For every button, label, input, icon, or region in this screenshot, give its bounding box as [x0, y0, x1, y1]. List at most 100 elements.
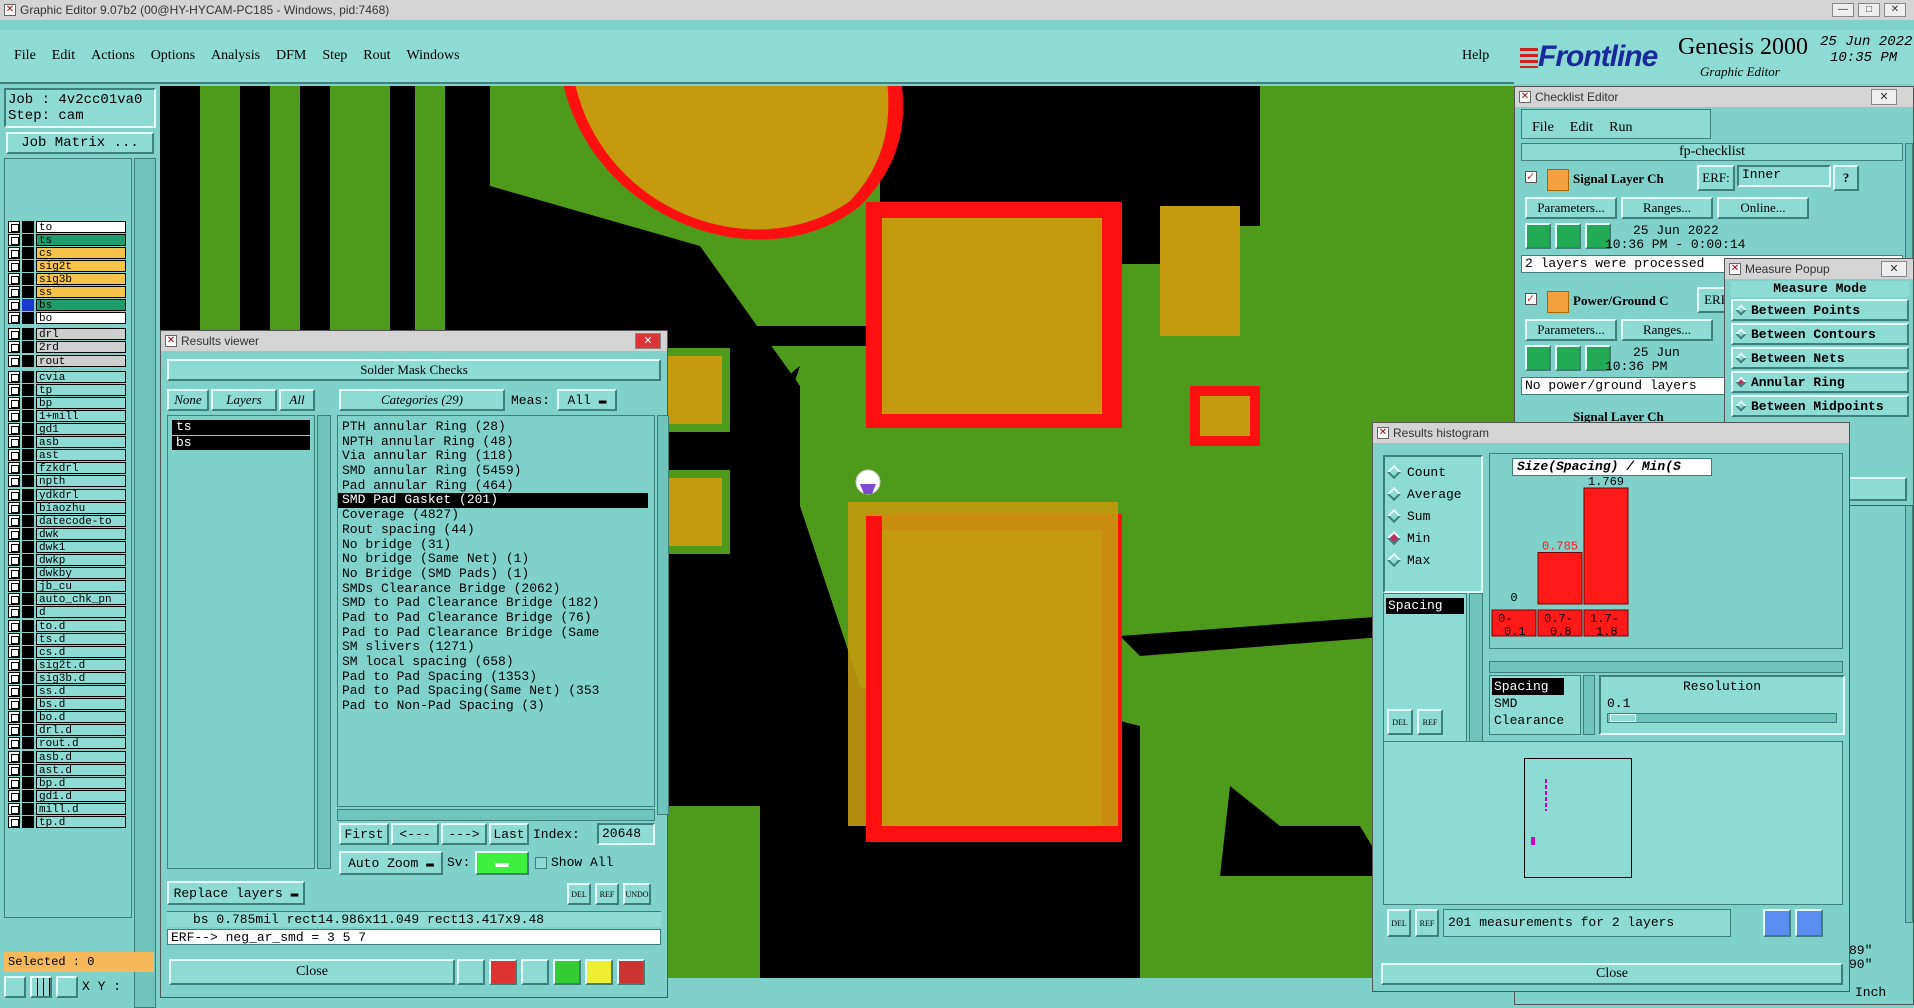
stat-count[interactable]: Count	[1386, 461, 1481, 483]
results-viewer-close-x[interactable]: ✕	[635, 333, 661, 349]
layer-checkbox[interactable]	[8, 816, 20, 828]
layer-checkbox[interactable]	[8, 698, 20, 711]
layer-name[interactable]: ast.d	[36, 763, 126, 776]
categories-button[interactable]: Categories (29)	[339, 389, 505, 411]
checklist-menu-file[interactable]: File	[1532, 120, 1554, 138]
resolution-slider-thumb[interactable]	[1610, 714, 1636, 722]
layer-row-bo[interactable]: bo	[8, 312, 126, 325]
layer-name[interactable]: asb.d	[36, 750, 126, 763]
run-icon-2[interactable]	[1555, 223, 1581, 249]
layer-name[interactable]: biaozhu	[36, 501, 126, 514]
layer-checkbox[interactable]	[8, 462, 20, 475]
layer-checkbox[interactable]	[8, 619, 20, 632]
category-item[interactable]: Pad to Non-Pad Spacing (3)	[338, 699, 654, 714]
layer-row-sig3b[interactable]: sig3b	[8, 272, 126, 285]
ref-button[interactable]: REF	[595, 883, 619, 905]
layer-row-dwk1[interactable]: dwk1	[8, 540, 126, 553]
measure-mode-between-nets[interactable]: Between Nets	[1731, 347, 1909, 369]
measure-mode-annular-ring[interactable]: Annular Ring	[1731, 371, 1909, 393]
layer-name[interactable]: sig2t.d	[36, 658, 126, 671]
layer-name[interactable]: datecode-to	[36, 514, 126, 527]
measure-type-scrollbar[interactable]	[1583, 675, 1595, 735]
stats-icon[interactable]	[553, 959, 581, 985]
layer-name[interactable]: auto_chk_pn	[36, 593, 126, 606]
layer-row-ts.d[interactable]: ts.d	[8, 632, 126, 645]
layer-row-cvia[interactable]: cvia	[8, 370, 126, 383]
layer-checkbox[interactable]	[8, 685, 20, 697]
histogram-close-button[interactable]: Close	[1381, 963, 1843, 985]
layer-row-auto_chk_pn[interactable]: auto_chk_pn	[8, 593, 126, 606]
layer-name[interactable]: fzkdrl	[36, 462, 126, 475]
category-item[interactable]: SMD annular Ring (5459)	[338, 464, 654, 479]
parameters-button[interactable]: Parameters...	[1525, 197, 1617, 219]
online-button[interactable]: Online...	[1717, 197, 1809, 219]
layer-checkbox[interactable]	[8, 711, 20, 724]
layer-checkbox[interactable]	[8, 501, 20, 514]
histogram-icon[interactable]	[617, 959, 645, 985]
histogram-del-button[interactable]: DEL	[1387, 709, 1413, 735]
layer-row-bs.d[interactable]: bs.d	[8, 698, 126, 711]
metric-item[interactable]: Spacing	[1386, 598, 1464, 614]
menu-actions[interactable]: Actions	[91, 48, 135, 64]
histogram-bar[interactable]	[1583, 487, 1629, 605]
category-item[interactable]: No Bridge (SMD Pads) (1)	[338, 567, 654, 582]
layer-row-ast.d[interactable]: ast.d	[8, 763, 126, 776]
measure-type-item[interactable]: SMD	[1492, 695, 1578, 712]
layer-checkbox[interactable]	[8, 763, 20, 776]
category-item[interactable]: Pad to Pad Spacing(Same Net) (353	[338, 684, 654, 699]
category-item[interactable]: Rout spacing (44)	[338, 523, 654, 538]
export-icon[interactable]	[1763, 909, 1791, 937]
layer-name[interactable]: bp.d	[36, 776, 126, 789]
layer-row-cs.d[interactable]: cs.d	[8, 645, 126, 658]
layer-name[interactable]: d	[36, 606, 126, 619]
layer-checkbox[interactable]	[8, 540, 20, 553]
layer-checkbox[interactable]	[8, 488, 20, 501]
layer-name[interactable]: 2rd	[36, 341, 126, 354]
close-button[interactable]: ✕	[1884, 3, 1906, 17]
maximize-button[interactable]: □	[1858, 3, 1880, 17]
layer-name[interactable]: ts	[36, 233, 126, 246]
layer-name[interactable]: dwkby	[36, 567, 126, 580]
layer-list-scrollbar[interactable]	[317, 415, 331, 869]
none-button[interactable]: None	[167, 389, 209, 411]
layer-row-rout[interactable]: rout	[8, 354, 126, 367]
layer-name[interactable]: tp	[36, 383, 126, 396]
parameters-button[interactable]: Parameters...	[1525, 319, 1617, 341]
erf-value[interactable]: Inner	[1737, 165, 1831, 187]
layer-name[interactable]: sig3b.d	[36, 671, 126, 684]
item-name[interactable]: Power/Ground C	[1573, 293, 1668, 309]
menu-edit[interactable]: Edit	[52, 48, 75, 64]
item-name[interactable]: Signal Layer Ch	[1573, 171, 1664, 187]
layer-name[interactable]: asb	[36, 436, 126, 449]
cross-icon[interactable]	[56, 976, 78, 998]
category-item[interactable]: SMD to Pad Clearance Bridge (182)	[338, 596, 654, 611]
item-checkbox[interactable]: ✓	[1525, 293, 1537, 305]
run-icon-1[interactable]	[1525, 223, 1551, 249]
layer-name[interactable]: dwk	[36, 527, 126, 540]
measure-popup-close-x[interactable]: ✕	[1881, 261, 1907, 277]
layer-name[interactable]: cs	[36, 246, 126, 259]
layer-name[interactable]: rout	[36, 354, 126, 367]
category-item[interactable]: No bridge (Same Net) (1)	[338, 552, 654, 567]
layer-name[interactable]: ydkdrl	[36, 488, 126, 501]
menu-step[interactable]: Step	[322, 48, 347, 64]
layer-checkbox[interactable]	[8, 449, 20, 462]
layer-name[interactable]: sig2t	[36, 259, 126, 272]
layer-checkbox[interactable]	[8, 658, 20, 671]
checklist-menu-run[interactable]: Run	[1609, 120, 1632, 138]
layer-name[interactable]: gd1.d	[36, 789, 126, 802]
category-item[interactable]: Via annular Ring (118)	[338, 449, 654, 464]
all-button[interactable]: All	[279, 389, 315, 411]
layer-checkbox[interactable]	[8, 246, 20, 259]
measure-mode-between-contours[interactable]: Between Contours	[1731, 323, 1909, 345]
layer-row-gd1[interactable]: gd1	[8, 423, 126, 436]
layer-row-d[interactable]: d	[8, 606, 126, 619]
results-close-button[interactable]: Close	[169, 959, 455, 985]
layer-name[interactable]: npth	[36, 475, 126, 488]
category-item[interactable]: SM slivers (1271)	[338, 640, 654, 655]
summary-ref-button[interactable]: REF	[1415, 909, 1439, 937]
category-item[interactable]: PTH annular Ring (28)	[338, 420, 654, 435]
category-item[interactable]: Pad to Pad Clearance Bridge (76)	[338, 611, 654, 626]
layer-name[interactable]: to	[36, 220, 126, 233]
layer-checkbox[interactable]	[8, 436, 20, 449]
